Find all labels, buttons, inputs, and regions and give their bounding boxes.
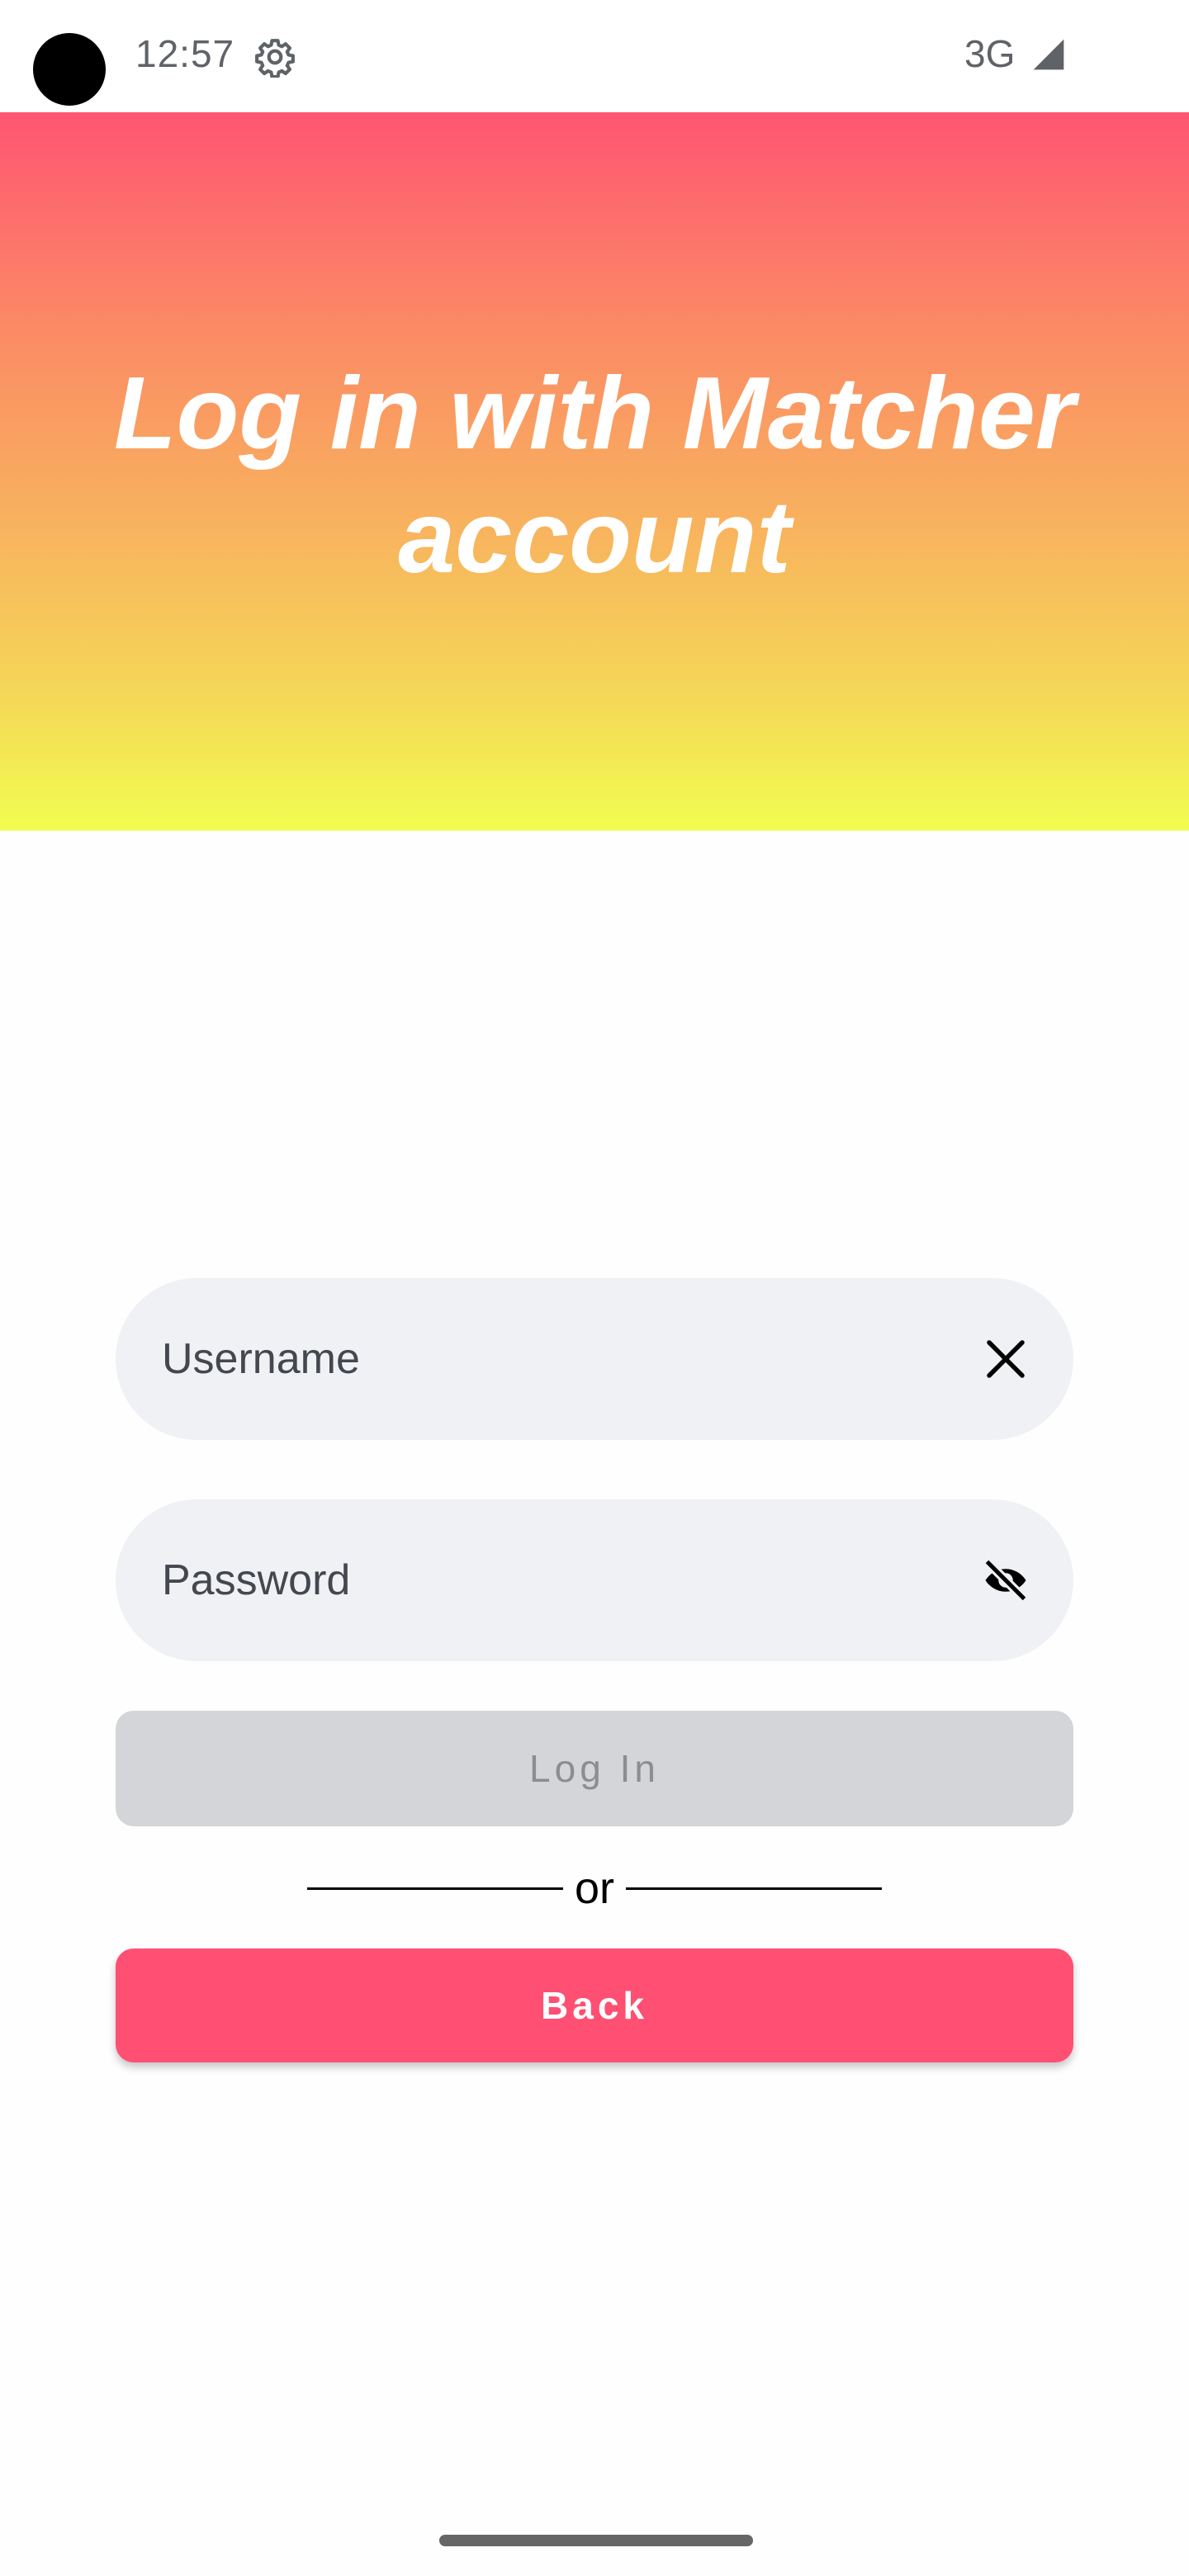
login-button[interactable]: Log In: [116, 1711, 1073, 1826]
page-title-line2: account: [398, 481, 791, 594]
cellular-signal-icon: [1033, 39, 1064, 70]
divider-line-left: [307, 1887, 563, 1890]
header-banner: Log in with Matcher account: [0, 112, 1189, 831]
password-field[interactable]: [116, 1499, 1073, 1661]
username-input[interactable]: [162, 1278, 938, 1440]
divider-line-right: [626, 1887, 882, 1890]
or-divider: or: [307, 1863, 882, 1920]
status-time: 12:57: [135, 32, 235, 75]
page-title-line1: Log in with Matcher: [113, 357, 1076, 471]
network-type: 3G: [964, 32, 1016, 75]
back-button[interactable]: Back: [116, 1949, 1073, 2062]
username-field[interactable]: [116, 1278, 1073, 1440]
home-indicator[interactable]: [439, 2535, 753, 2546]
status-bar: 12:57 3G: [0, 0, 1189, 112]
password-input[interactable]: [162, 1499, 938, 1661]
login-screen: 12:57 3G Log in with Matcher account Log: [0, 0, 1189, 2576]
camera-cutout: [33, 33, 106, 106]
visibility-off-icon[interactable]: [981, 1556, 1030, 1605]
divider-text: or: [574, 1863, 614, 1913]
page-title: Log in with Matcher account: [99, 352, 1090, 599]
settings-gear-icon: [255, 39, 295, 78]
clear-icon[interactable]: [981, 1334, 1030, 1384]
